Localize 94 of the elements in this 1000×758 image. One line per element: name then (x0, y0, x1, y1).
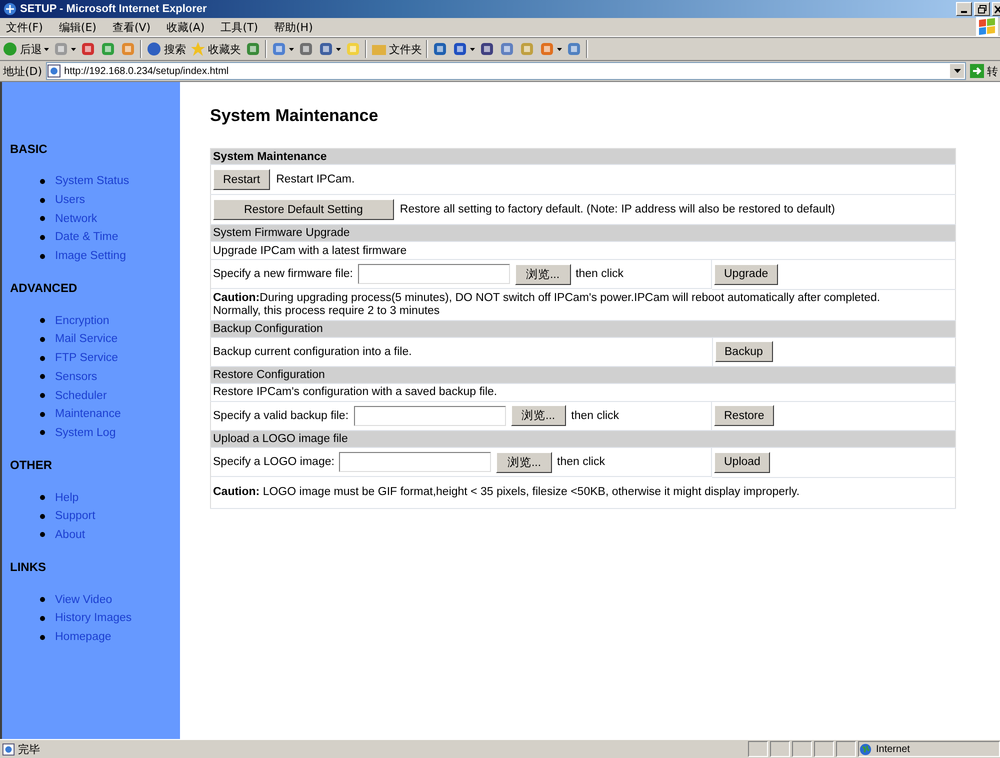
bullet-icon (40, 597, 45, 602)
caret-icon (954, 69, 960, 73)
description-text: Backup current configuration into a file. (213, 346, 412, 358)
toolbar-button[interactable]: 后退 (2, 41, 42, 57)
action-button[interactable]: Restart (213, 169, 270, 190)
status-pane (814, 741, 834, 757)
star-icon (190, 41, 206, 57)
sidebar-heading: OTHER (10, 458, 53, 472)
bullet-icon (40, 216, 45, 222)
menu-item[interactable]: 帮助(H) (274, 20, 313, 34)
page-icon (47, 64, 62, 78)
field-label: Specify a new firmware file: (213, 268, 353, 280)
hint-text: then click (571, 410, 620, 422)
bullet-icon (40, 234, 45, 240)
section-header: Restore Configuration (210, 366, 956, 383)
toolbar-button[interactable]: 收藏夹 (190, 41, 241, 57)
dropdown-arrow-icon[interactable] (44, 48, 49, 50)
minimize-icon (961, 11, 967, 13)
sidebar-heading: ADVANCED (10, 281, 78, 296)
file-path-field[interactable] (358, 264, 510, 284)
address-label: 地址(D) (3, 64, 42, 78)
menu-item[interactable]: 收藏(A) (166, 20, 205, 34)
action-button[interactable]: Upgrade (714, 264, 778, 285)
bullet-icon (40, 514, 45, 519)
close-button[interactable] (992, 2, 1000, 16)
status-text: 完毕 (18, 742, 40, 756)
status-pane (792, 741, 812, 757)
hint-text: then click (557, 456, 605, 468)
description-text: Restore IPCam's configuration with a saved backup file. (213, 386, 498, 398)
bullet-icon (40, 254, 45, 259)
description-text: Restore all setting to factory default. (Note: IP address will also be restored to default) (400, 204, 835, 216)
caution-text: Caution:During upgrading process(5 minutes), DO NOT switch off IPCam's power.IPCam will reboot automatically after completed. Normally, this process require 2 to 3 minutes (213, 292, 882, 318)
menu-item[interactable]: 文件(F) (6, 20, 43, 34)
bullet-icon (40, 616, 45, 621)
bullet-icon (40, 374, 45, 380)
action-button[interactable]: Restore Default Setting (213, 199, 394, 220)
globe-icon (859, 742, 872, 756)
section-header: Upload a LOGO image file (210, 430, 956, 448)
bullet-icon (40, 318, 45, 324)
bullet-icon (40, 178, 45, 184)
browse-button[interactable]: 浏览... (510, 405, 566, 426)
page-title: System Maintenance (210, 106, 380, 126)
close-icon (994, 4, 1000, 14)
go-button[interactable]: 转 (970, 64, 998, 78)
dropdown-arrow-icon[interactable] (557, 48, 562, 50)
menu-item[interactable]: 工具(T) (220, 20, 258, 34)
status-pane (748, 741, 768, 757)
description-text: Restart IPCam. (276, 174, 355, 186)
section-header: System Maintenance (210, 148, 956, 164)
section-header: Backup Configuration (210, 320, 956, 337)
dropdown-arrow-icon[interactable] (470, 48, 475, 50)
hint-text: then click (576, 268, 624, 280)
menu-item[interactable]: 查看(V) (112, 20, 151, 34)
address-field[interactable]: http://192.168.0.234/setup/index.html (46, 62, 966, 80)
action-button[interactable]: Restore (714, 405, 774, 426)
section-header: System Firmware Upgrade (210, 224, 956, 242)
sidebar-heading: LINKS (10, 560, 47, 574)
browser-icon (3, 2, 17, 16)
status-pane (770, 741, 790, 757)
sidebar-heading: BASIC (10, 142, 48, 156)
caution-text: Caution: LOGO image must be GIF format,height < 35 pixels, filesize <50KB, otherwise it might display improperly. (213, 486, 801, 499)
bullet-icon (40, 198, 45, 203)
bullet-icon (40, 356, 45, 361)
toolbar-button[interactable]: 搜索 (146, 41, 186, 57)
window-title: SETUP - Microsoft Internet Explorer (20, 3, 207, 15)
menu-item[interactable]: 编辑(E) (58, 20, 96, 34)
field-label: Specify a LOGO image: (213, 456, 334, 468)
status-pane (836, 741, 856, 757)
bullet-icon (40, 393, 45, 398)
bullet-icon (40, 430, 45, 436)
dropdown-arrow-icon[interactable] (336, 48, 341, 50)
restore-icon (978, 4, 986, 14)
minimize-button[interactable] (956, 2, 972, 16)
file-path-field[interactable] (339, 452, 492, 472)
bullet-icon (40, 336, 45, 342)
browse-button[interactable]: 浏览... (496, 452, 552, 472)
arrow-icon (970, 64, 984, 78)
toolbar-button[interactable]: 文件夹 (371, 41, 422, 57)
action-button[interactable]: Backup (714, 341, 773, 362)
dropdown-button[interactable] (949, 63, 965, 79)
page-icon (2, 742, 15, 756)
description-text: Upgrade IPCam with a latest firmware (213, 244, 407, 256)
restore-button[interactable] (974, 2, 990, 16)
dropdown-arrow-icon[interactable] (71, 48, 76, 50)
security-zone: Internet (858, 741, 1000, 757)
field-label: Specify a valid backup file: (213, 410, 349, 422)
bullet-icon (40, 532, 45, 538)
bullet-icon (40, 412, 45, 417)
action-button[interactable]: Upload (714, 452, 770, 473)
bullet-icon (40, 495, 45, 500)
dropdown-arrow-icon[interactable] (289, 48, 294, 50)
browse-button[interactable]: 浏览... (514, 264, 571, 284)
file-path-field[interactable] (354, 406, 506, 426)
bullet-icon (40, 634, 45, 640)
